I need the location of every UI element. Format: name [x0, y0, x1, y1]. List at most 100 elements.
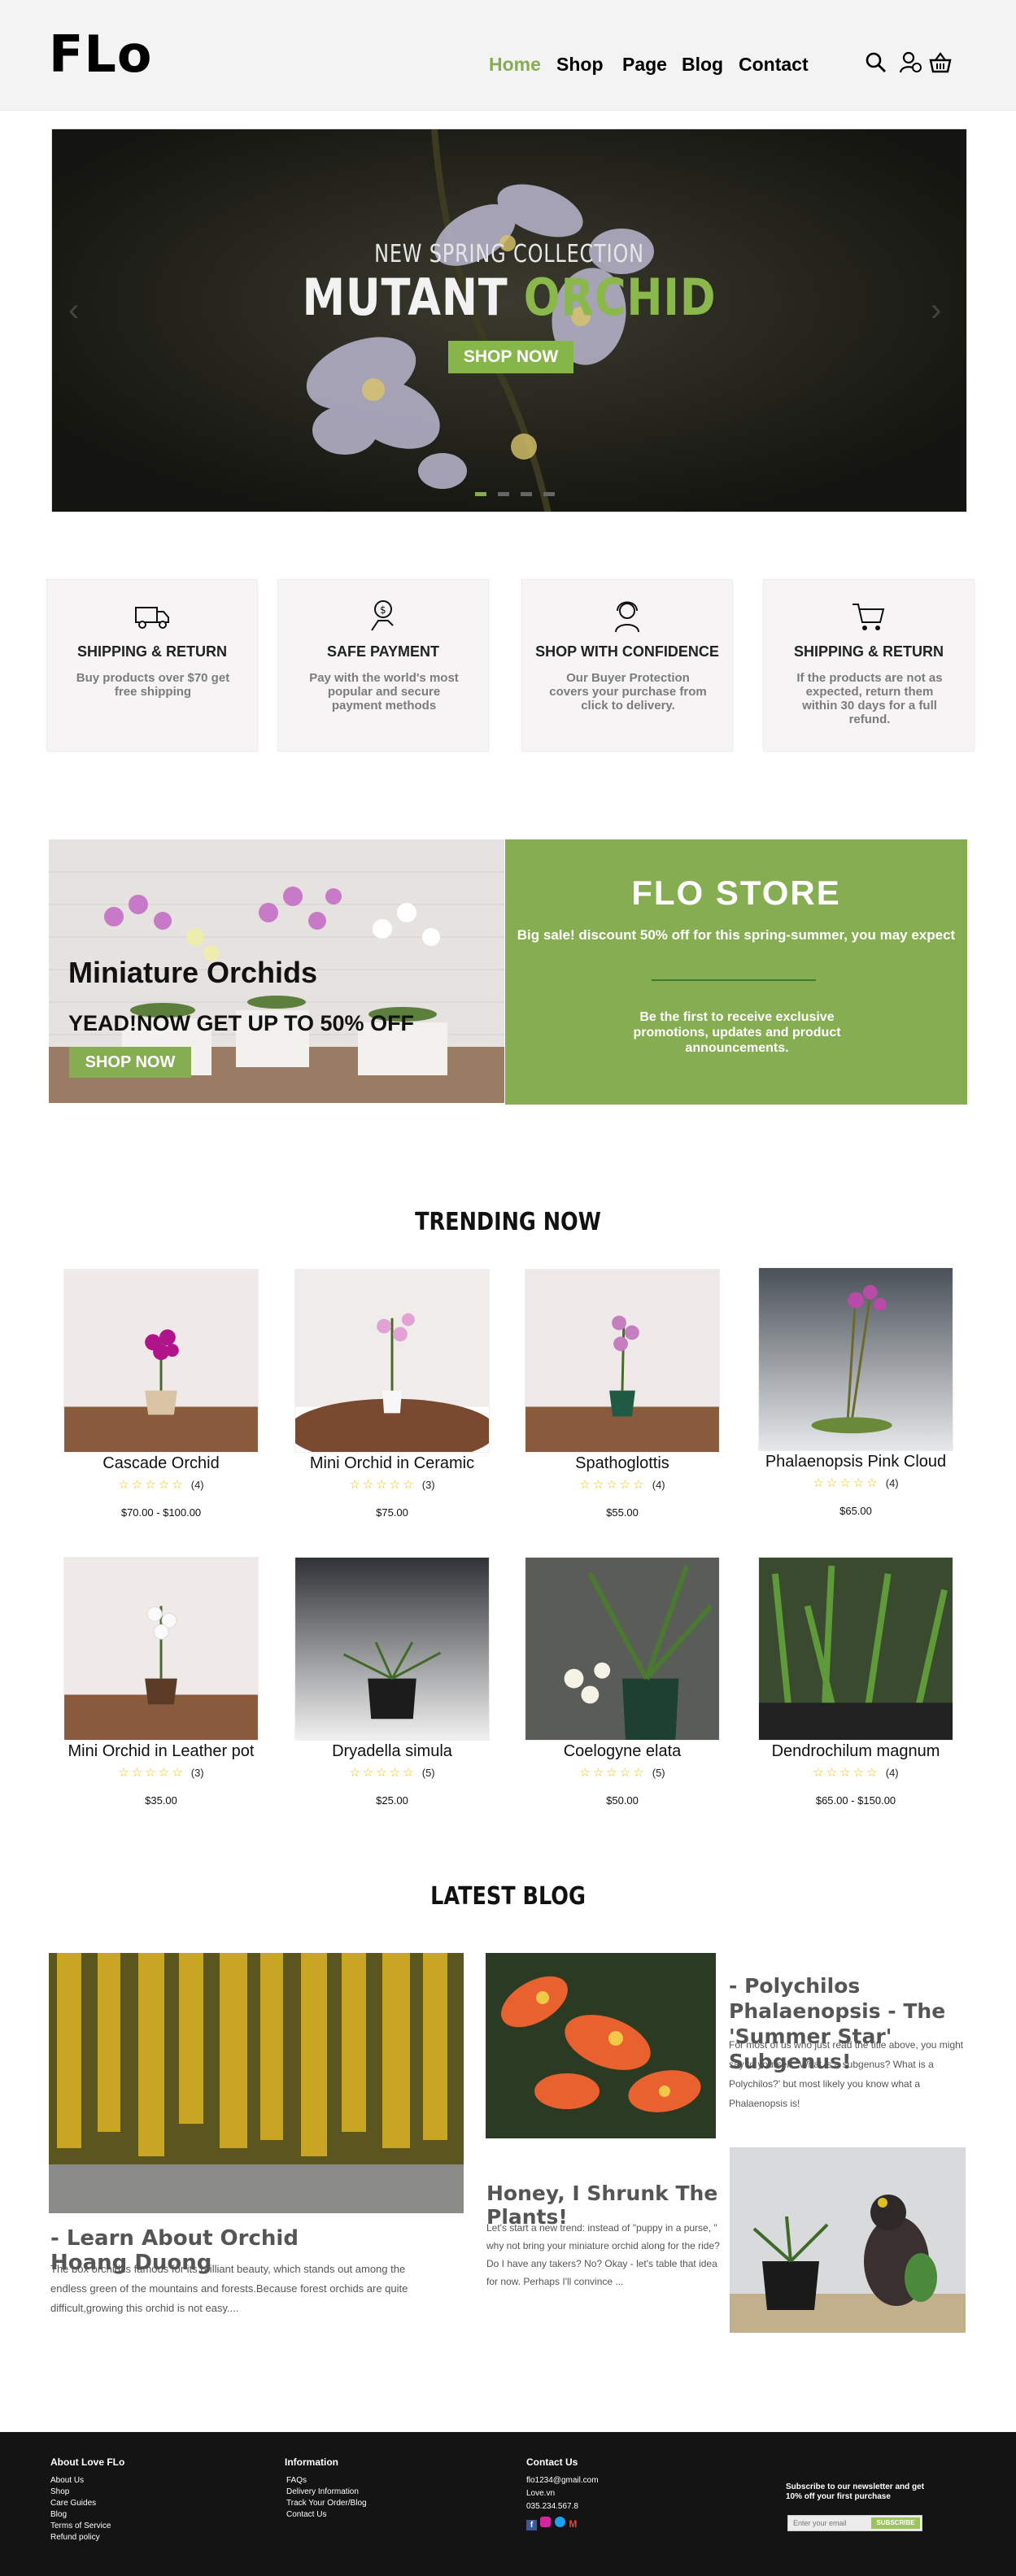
next-arrow-icon[interactable]: ›: [931, 292, 941, 329]
review-count: (4): [885, 1767, 899, 1779]
product-card[interactable]: Mini Orchid in Leather pot ☆☆☆☆☆ (3) $35…: [63, 1557, 259, 1807]
store-sale-text: Big sale! discount 50% off for this spri…: [517, 927, 956, 943]
promo-subtitle: YEAD!NOW GET UP TO 50% OFF: [68, 1011, 415, 1035]
store-promo-text: Be the first to receive exclusive promot…: [633, 1010, 841, 1055]
footer-link[interactable]: Contact Us: [286, 2508, 326, 2522]
product-price: $65.00: [839, 1505, 872, 1517]
review-count: (3): [190, 1767, 204, 1779]
product-rating: ☆☆☆☆☆ (4): [813, 1476, 899, 1490]
prev-arrow-icon[interactable]: ‹: [68, 292, 79, 329]
product-card[interactable]: Phalaenopsis Pink Cloud ☆☆☆☆☆ (4) $65.00: [758, 1267, 953, 1517]
hero-title-main: MUTANT: [302, 268, 508, 327]
product-card[interactable]: Coelogyne elata ☆☆☆☆☆ (5) $50.00: [525, 1557, 720, 1807]
product-price: $35.00: [145, 1794, 177, 1807]
feature-title: SAFE PAYMENT: [326, 643, 440, 660]
product-rating: ☆☆☆☆☆ (5): [349, 1766, 435, 1780]
product-rating: ☆☆☆☆☆ (4): [579, 1478, 665, 1492]
product-name[interactable]: Spathoglottis: [508, 1454, 736, 1473]
product-image[interactable]: [758, 1267, 953, 1451]
contact-phone: 035.234.567.8: [526, 2502, 578, 2511]
svg-text:$: $: [380, 604, 386, 616]
search-icon[interactable]: [864, 50, 888, 75]
slide-dot[interactable]: [521, 492, 532, 496]
product-name[interactable]: Phalaenopsis Pink Cloud: [742, 1453, 970, 1471]
contact-email[interactable]: flo1234@gmail.com: [526, 2474, 599, 2487]
nav-contact[interactable]: Contact: [739, 54, 809, 76]
product-name[interactable]: Cascade Orchid: [47, 1454, 275, 1473]
product-name[interactable]: Mini Orchid in Ceramic: [278, 1454, 506, 1473]
slide-dot[interactable]: [543, 492, 555, 496]
twitter-icon[interactable]: [554, 2517, 565, 2527]
hero-title-accent: ORCHID: [523, 268, 717, 327]
newsletter-form: SUBSCRIBE: [787, 2515, 922, 2531]
blog-post-excerpt: Let's start a new trend: instead of "pup…: [486, 2222, 720, 2287]
blog-image[interactable]: [730, 2147, 966, 2333]
product-rating: ☆☆☆☆☆ (4): [118, 1478, 204, 1492]
hero-subtitle: NEW SPRING COLLECTION: [374, 240, 644, 268]
feature-card: $ SAFE PAYMENT Pay with the world's most…: [277, 579, 489, 752]
blog-post-excerpt: The box orchid is famous for its brillia…: [50, 2263, 408, 2314]
review-count: (5): [421, 1767, 435, 1779]
hero-title: MUTANT ORCHID: [120, 268, 897, 327]
footer-link[interactable]: Refund policy: [50, 2531, 100, 2544]
logo[interactable]: FLo: [49, 29, 152, 80]
user-icon[interactable]: [898, 50, 922, 75]
product-card[interactable]: Mini Orchid in Ceramic ☆☆☆☆☆ (3) $75.00: [294, 1269, 490, 1519]
review-count: (5): [652, 1767, 665, 1779]
feature-desc: Our Buyer Protection covers your purchas…: [549, 671, 707, 713]
basket-icon[interactable]: [928, 50, 953, 75]
site-header: FLo Home Shop Page Blog Contact: [0, 0, 1016, 111]
product-rating: ☆☆☆☆☆ (5): [579, 1766, 665, 1780]
feature-card: SHOP WITH CONFIDENCE Our Buyer Protectio…: [521, 579, 733, 752]
nav-home[interactable]: Home: [489, 54, 541, 76]
promo-shop-now-button[interactable]: SHOP NOW: [69, 1047, 191, 1078]
product-rating: ☆☆☆☆☆ (3): [118, 1766, 204, 1780]
product-name[interactable]: Dendrochilum magnum: [742, 1742, 970, 1761]
product-image[interactable]: [294, 1557, 490, 1741]
site-footer: About Love FLo About Us Shop Care Guides…: [0, 2432, 1016, 2576]
nav-page[interactable]: Page: [622, 54, 667, 76]
support-agent-icon: [615, 601, 639, 633]
nav-shop[interactable]: Shop: [556, 54, 604, 76]
product-image[interactable]: [63, 1269, 259, 1453]
product-name[interactable]: Dryadella simula: [278, 1742, 506, 1761]
email-input[interactable]: [788, 2516, 870, 2530]
blog-image[interactable]: [486, 1953, 716, 2138]
social-icons: f M: [526, 2517, 579, 2531]
product-price: $25.00: [376, 1794, 408, 1807]
nav-blog[interactable]: Blog: [682, 54, 723, 76]
subscribe-button[interactable]: SUBSCRIBE: [871, 2517, 920, 2529]
gmail-icon[interactable]: M: [569, 2519, 579, 2530]
product-image[interactable]: [758, 1557, 953, 1741]
slide-dot[interactable]: [475, 492, 486, 496]
product-card[interactable]: Dryadella simula ☆☆☆☆☆ (5) $25.00: [294, 1557, 490, 1807]
product-name[interactable]: Coelogyne elata: [508, 1742, 736, 1761]
product-card[interactable]: Cascade Orchid ☆☆☆☆☆ (4) $70.00 - $100.0…: [63, 1269, 259, 1519]
product-image[interactable]: [294, 1269, 490, 1453]
product-price: $50.00: [606, 1794, 639, 1807]
instagram-icon[interactable]: [540, 2517, 552, 2527]
product-rating: ☆☆☆☆☆ (3): [349, 1478, 435, 1492]
product-name[interactable]: Mini Orchid in Leather pot: [47, 1742, 275, 1761]
feature-card: SHIPPING & RETURN If the products are no…: [763, 579, 975, 752]
feature-desc: If the products are not as expected, ret…: [796, 671, 943, 726]
trending-title: TRENDING NOW: [415, 1208, 601, 1236]
feature-card: SHIPPING & RETURN Buy products over $70 …: [46, 579, 258, 752]
product-image[interactable]: [525, 1557, 720, 1741]
product-price: $65.00 - $150.00: [815, 1794, 896, 1807]
hero-shop-now-button[interactable]: SHOP NOW: [448, 341, 573, 373]
blog-image[interactable]: [49, 1953, 464, 2213]
footer-about-heading: About Love FLo: [50, 2456, 125, 2468]
product-card[interactable]: Spathoglottis ☆☆☆☆☆ (4) $55.00: [525, 1269, 720, 1519]
product-card[interactable]: Dendrochilum magnum ☆☆☆☆☆ (4) $65.00 - $…: [758, 1557, 953, 1807]
feature-title: SHIPPING & RETURN: [76, 643, 228, 660]
product-image[interactable]: [525, 1269, 720, 1453]
newsletter-text: Subscribe to our newsletter and get 10% …: [786, 2482, 925, 2501]
contact-site[interactable]: Love.vn: [526, 2487, 555, 2500]
feature-desc: Buy products over $70 get free shipping: [76, 671, 230, 699]
slide-dot[interactable]: [498, 492, 509, 496]
product-image[interactable]: [63, 1557, 259, 1741]
hero-slider: ‹ › NEW SPRING COLLECTION MUTANT ORCHID …: [51, 129, 967, 512]
facebook-icon[interactable]: f: [526, 2520, 537, 2530]
review-count: (4): [190, 1479, 204, 1491]
